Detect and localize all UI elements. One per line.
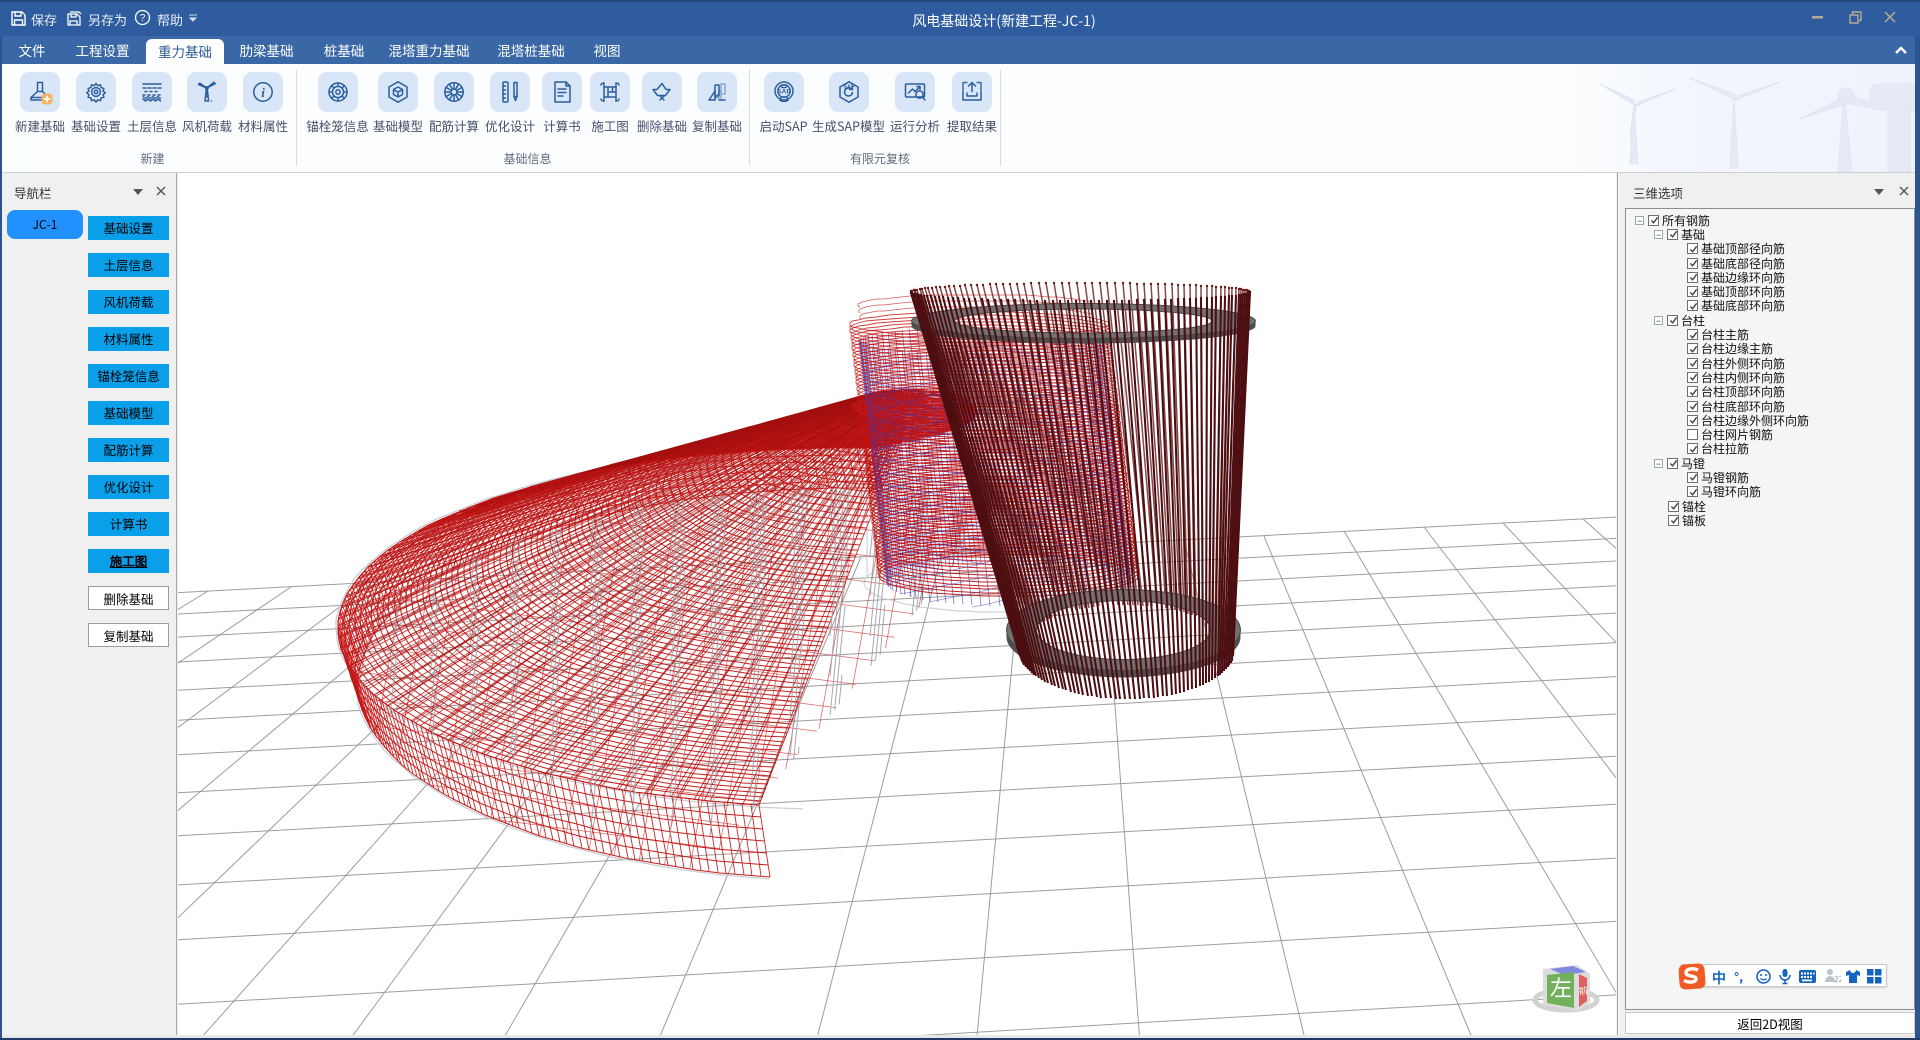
svg-text:?: ? — [140, 9, 146, 24]
svg-text:左: 左 — [1550, 971, 1572, 1003]
svg-text:SAP: SAP — [843, 85, 855, 91]
svg-text:前: 前 — [1578, 983, 1589, 997]
svg-text:i: i — [261, 85, 265, 100]
svg-text:22: 22 — [1834, 974, 1841, 985]
svg-text:SAP: SAP — [777, 89, 791, 96]
